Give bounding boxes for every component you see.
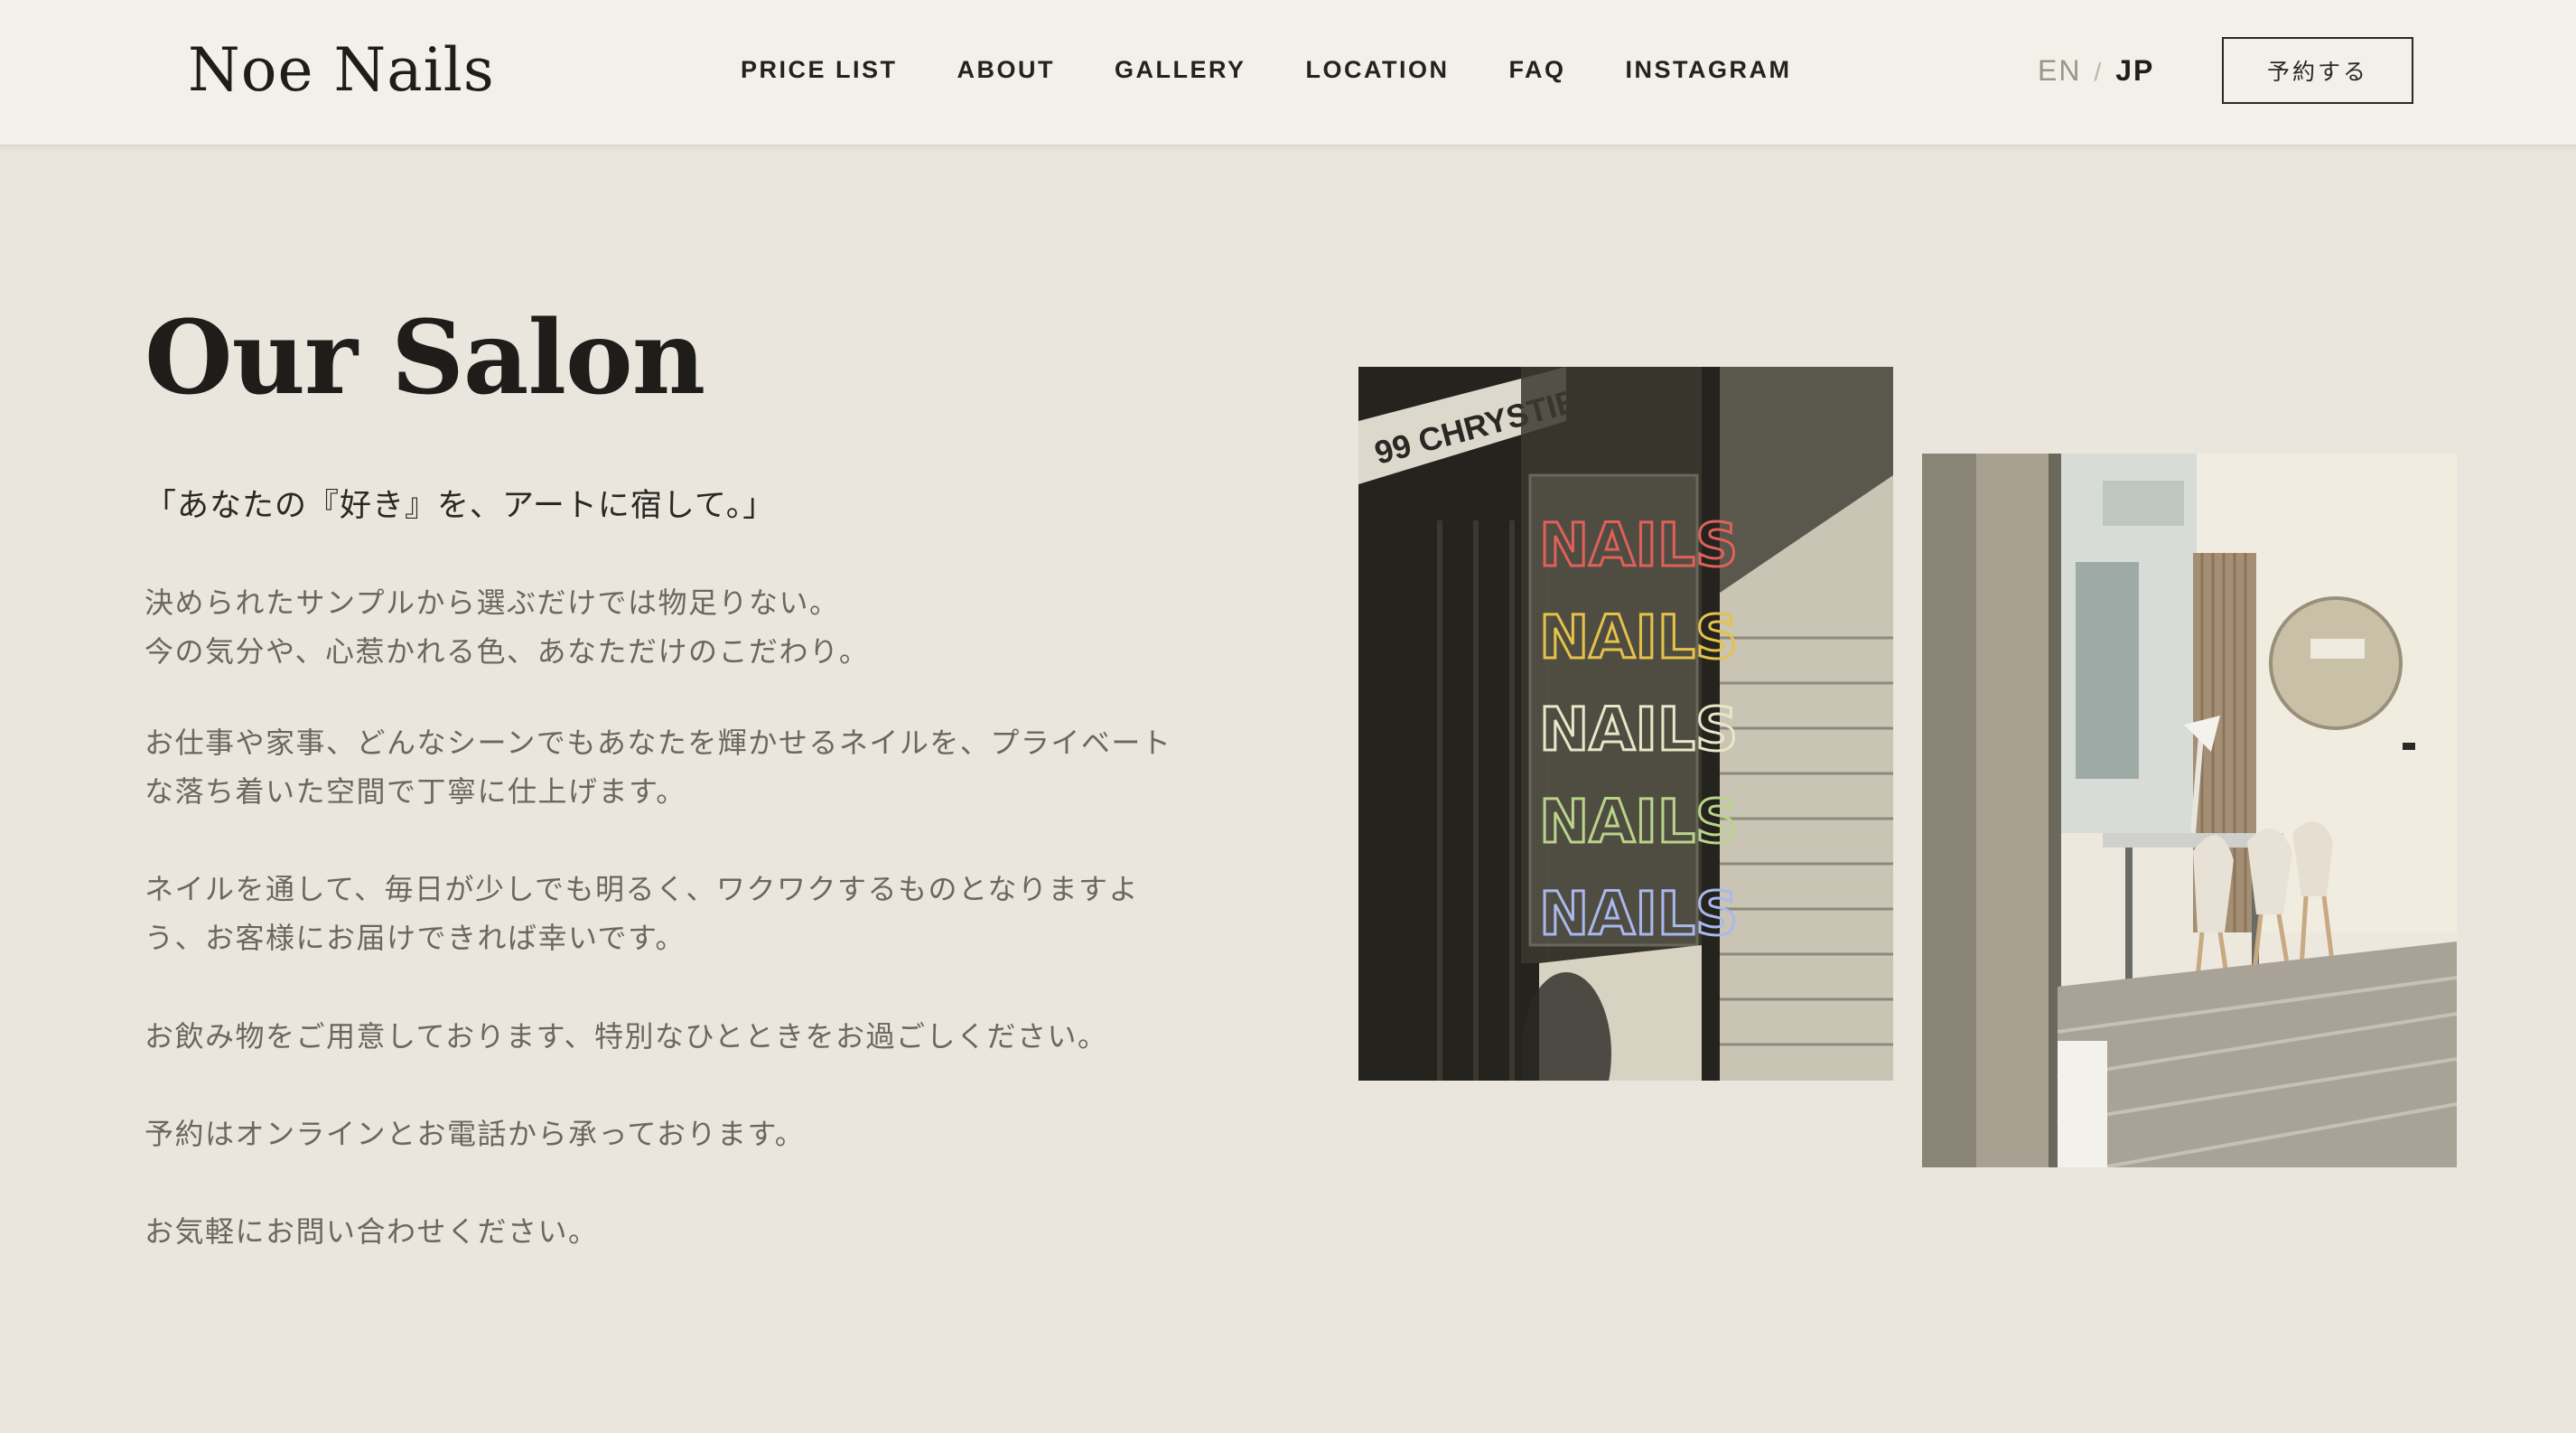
neon-text-red: NAILS	[1539, 510, 1738, 580]
main-nav: PRICE LIST ABOUT GALLERY LOCATION FAQ IN…	[741, 52, 1792, 87]
nav-faq[interactable]: FAQ	[1509, 52, 1566, 87]
neon-text-yellow: NAILS	[1539, 603, 1738, 672]
intro-paragraph-3: ネイルを通して、毎日が少しでも明るく、ワクワクするものとなりますよ う、お客様に…	[145, 865, 1210, 962]
intro-paragraph-4: お飲み物をご用意しております、特別なひとときをお過ごしください。	[145, 1012, 1210, 1061]
neon-text-white: NAILS	[1539, 695, 1738, 764]
site-header: Noe Nails PRICE LIST ABOUT GALLERY LOCAT…	[0, 0, 2576, 146]
paragraph-line: な落ち着いた空間で丁寧に仕上げます。	[145, 774, 686, 809]
logo[interactable]: Noe Nails	[188, 31, 495, 110]
language-switcher: EN / JP	[2038, 51, 2154, 92]
lang-jp[interactable]: JP	[2115, 54, 2154, 87]
paragraph-line: お気軽にお問い合わせください。	[145, 1214, 599, 1249]
reserve-button[interactable]: 予約する	[2222, 37, 2413, 104]
paragraph-line: ネイルを通して、毎日が少しでも明るく、ワクワクするものとなりますよ	[145, 872, 1140, 906]
tagline: 「あなたの『好き』を、アートに宿して。」	[145, 488, 776, 524]
lang-separator: /	[2094, 58, 2104, 86]
paragraph-line: 今の気分や、心惹かれる色、あなただけのこだわり。	[145, 634, 870, 669]
neon-text-green: NAILS	[1539, 787, 1738, 857]
interior-illustration	[1922, 454, 2457, 1167]
storefront-illustration: 99 CHRYSTIE NAILS NAILS NAILS NAILS NAIL…	[1358, 367, 1893, 1081]
intro-paragraph-5: 予約はオンラインとお電話から承っております。	[145, 1110, 1210, 1158]
nav-price-list[interactable]: PRICE LIST	[741, 52, 898, 87]
paragraph-line: お仕事や家事、どんなシーンでもあなたを輝かせるネイルを、プライベート	[145, 726, 1172, 760]
storefront-photo: 99 CHRYSTIE NAILS NAILS NAILS NAILS NAIL…	[1358, 367, 1893, 1081]
intro-paragraph-2: お仕事や家事、どんなシーンでもあなたを輝かせるネイルを、プライベート な落ち着い…	[145, 718, 1210, 816]
intro-paragraph-6: お気軽にお問い合わせください。	[145, 1207, 1210, 1256]
intro-paragraph-1: 決められたサンプルから選ぶだけでは物足りない。 今の気分や、心惹かれる色、あなた…	[145, 578, 1210, 676]
nav-about[interactable]: ABOUT	[957, 52, 1056, 87]
nav-location[interactable]: LOCATION	[1306, 52, 1450, 87]
page-title: Our Salon	[145, 299, 705, 417]
neon-text-blue: NAILS	[1539, 879, 1738, 949]
nav-instagram[interactable]: INSTAGRAM	[1626, 52, 1792, 87]
paragraph-line: 決められたサンプルから選ぶだけでは物足りない。	[145, 585, 840, 620]
paragraph-line: う、お客様にお届けできれば幸いです。	[145, 921, 686, 955]
nav-gallery[interactable]: GALLERY	[1115, 52, 1246, 87]
interior-photo	[1922, 454, 2457, 1167]
lang-en[interactable]: EN	[2038, 54, 2081, 87]
paragraph-line: 予約はオンラインとお電話から承っております。	[145, 1117, 806, 1151]
paragraph-line: お飲み物をご用意しております、特別なひとときをお過ごしください。	[145, 1019, 1108, 1054]
